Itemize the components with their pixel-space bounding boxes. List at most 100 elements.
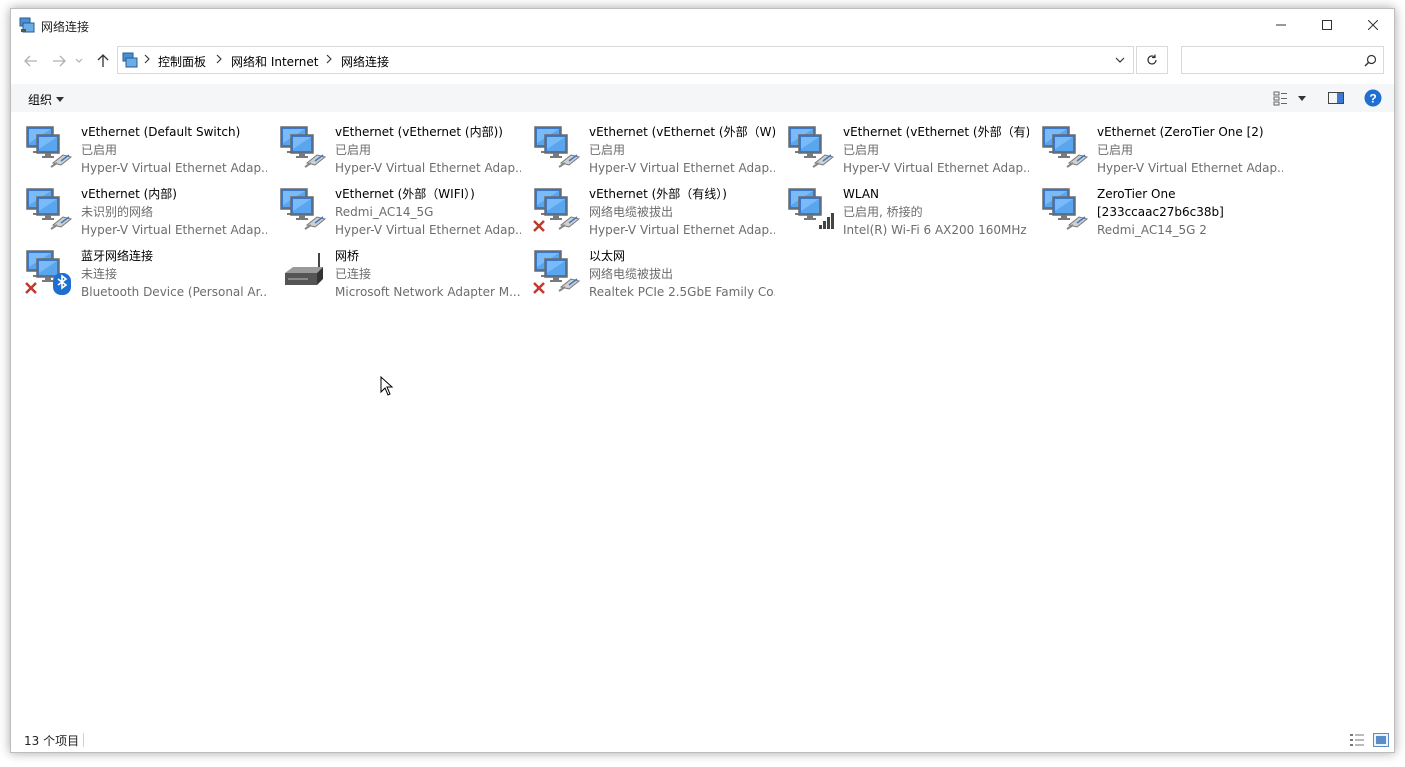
close-button[interactable] [1350,9,1396,41]
refresh-button[interactable] [1136,46,1168,74]
chevron-down-icon [1115,57,1125,63]
connection-name: 以太网 [589,249,626,263]
help-icon[interactable]: ? [1364,89,1382,107]
connection-name: vEthernet (vEthernet (外部（W) [589,125,775,139]
large-icons-view-icon[interactable] [1373,733,1389,747]
connection-name: WLAN [843,187,880,201]
window-title: 网络连接 [41,20,90,34]
connection-name: vEthernet (Default Switch) [81,125,241,139]
back-button[interactable] [21,51,41,71]
connection-item[interactable]: 以太网网络电缆被拔出 Realtek PCIe 2.5GbE Family Co.… [519,243,775,301]
address-bar[interactable]: 控制面板 网络和 Internet 网络连接 [117,46,1134,74]
chevron-down-icon [75,58,83,63]
connection-status: 网络电缆被拔出 [589,205,674,219]
maximize-icon [1322,20,1332,30]
maximize-button[interactable] [1304,9,1350,41]
arrow-up-icon [97,54,109,67]
network-adapter-icon [26,188,73,230]
connection-device: Bluetooth Device (Personal Ar... [81,285,267,299]
breadcrumb-network-connections[interactable]: 网络连接 [341,53,389,70]
network-adapter-icon [788,126,835,168]
mouse-cursor-icon [380,376,394,396]
network-adapter-icon [280,188,327,230]
arrow-right-icon [53,55,66,67]
connection-item[interactable]: ZeroTier One [233ccaac27b6c38b] Redmi_AC14… [1027,181,1277,239]
connection-device: Redmi_AC14_5G 2 [1097,223,1207,237]
connection-item[interactable]: vEthernet (ZeroTier One [2) 已启用 Hyper-V Vi… [1027,119,1283,177]
up-button[interactable] [93,51,113,71]
disconnected-x-icon [25,282,37,294]
close-icon [1368,20,1378,30]
caret-down-icon [56,97,65,102]
connection-item[interactable]: 网桥 已连接 Microsoft Network Adapter M... [265,243,521,301]
connection-status: Redmi_AC14_5G [335,205,434,219]
connection-device: Intel(R) Wi-Fi 6 AX200 160MHz [843,223,1027,237]
network-connections-location-icon [122,52,138,68]
connection-status: [233ccaac27b6c38b] [1097,205,1224,219]
connection-item[interactable]: vEthernet (外部（有线）) 网络电缆被拔出 Hyper-V Virtual… [519,181,775,239]
address-dropdown-button[interactable] [1106,47,1133,73]
connection-item[interactable]: vEthernet (外部（WIFI）) Redmi_AC14_5G Hyper-V… [265,181,521,239]
wlan-adapter-icon [788,188,834,229]
organize-menu-button[interactable]: 组织 [28,91,65,108]
connection-name: vEthernet (vEthernet (外部（有) [843,125,1029,139]
connection-name: vEthernet (外部（WIFI）) [335,187,475,201]
recent-locations-button[interactable] [73,51,85,71]
connection-device: Hyper-V Virtual Ethernet Adap... [589,161,775,175]
connection-status: 已启用 [335,143,372,157]
bluetooth-adapter-icon [25,250,71,295]
network-bridge-icon [285,253,323,285]
connection-device: Hyper-V Virtual Ethernet Adap... [335,223,521,237]
forward-button[interactable] [49,51,69,71]
chevron-right-icon [216,54,222,64]
connection-item[interactable]: vEthernet (vEthernet (外部（有) 已启用 Hyper-V Vi… [773,119,1029,177]
disconnected-x-icon [533,220,545,232]
arrow-left-icon [24,55,37,67]
breadcrumb-network-internet[interactable]: 网络和 Internet [231,53,318,70]
chevron-right-icon [144,54,150,64]
network-adapter-icon [1042,126,1089,168]
connection-item[interactable]: vEthernet (vEthernet (内部)) 已启用 Hyper-V Vir… [265,119,521,177]
minimize-icon [1276,24,1286,26]
connection-item[interactable]: vEthernet (Default Switch) 已启用 Hyper-V Vir… [11,119,267,177]
connection-item[interactable]: vEthernet (vEthernet (外部（W) 已启用 Hyper-V Vi… [519,119,775,177]
item-count: 13 个项目 [24,734,80,748]
connection-status: 已启用, 桥接的 [843,205,923,219]
connection-item[interactable]: 蓝牙网络连接 未连接 Bluetooth Device (Personal Ar..… [11,243,267,301]
title-bar[interactable]: 网络连接 [11,9,1394,41]
search-icon [1364,54,1377,67]
chevron-right-icon [326,54,332,64]
command-bar: 组织 ? [11,84,1394,112]
network-adapter-icon [280,126,327,168]
search-box[interactable] [1181,46,1384,74]
connection-name: 网桥 [335,249,360,263]
connection-name: ZeroTier One [1097,187,1176,201]
disconnected-x-icon [533,282,545,294]
refresh-icon [1147,54,1157,65]
view-options-caret-icon[interactable] [1298,96,1306,101]
connection-device: Realtek PCIe 2.5GbE Family Co... [589,285,775,299]
network-adapter-icon [533,250,581,294]
connection-device: Hyper-V Virtual Ethernet Adap... [1097,161,1283,175]
change-view-icon[interactable] [1273,90,1289,106]
connection-item[interactable]: WLAN 已启用, 桥接的 Intel(R) Wi-Fi 6 AX200 160MH… [773,181,1027,239]
details-view-icon[interactable] [1349,733,1365,747]
connection-device: Hyper-V Virtual Ethernet Adap... [589,223,775,237]
connection-status: 网络电缆被拔出 [589,267,674,281]
network-adapter-icon [533,188,581,232]
connection-device: Hyper-V Virtual Ethernet Adap... [81,161,267,175]
connection-name: vEthernet (ZeroTier One [2) [1097,125,1264,139]
status-divider [83,733,84,747]
connection-name: 蓝牙网络连接 [81,249,154,263]
breadcrumb-control-panel[interactable]: 控制面板 [158,53,206,70]
connection-name: vEthernet (vEthernet (内部)) [335,125,503,139]
network-adapter-icon [1042,188,1089,230]
minimize-button[interactable] [1258,9,1304,41]
network-connections-window: 网络连接 控制面板 网络和 Internet 网络连接 组织 ? vEthern… [10,8,1395,753]
navigation-bar: 控制面板 网络和 Internet 网络连接 [11,45,1394,77]
preview-pane-icon[interactable] [1328,90,1344,106]
network-adapter-icon [26,126,73,168]
connection-status: 已启用 [589,143,626,157]
svg-text:?: ? [1369,92,1376,106]
connection-item[interactable]: vEthernet (内部) 未识别的网络 Hyper-V Virtual Ethe… [11,181,267,239]
